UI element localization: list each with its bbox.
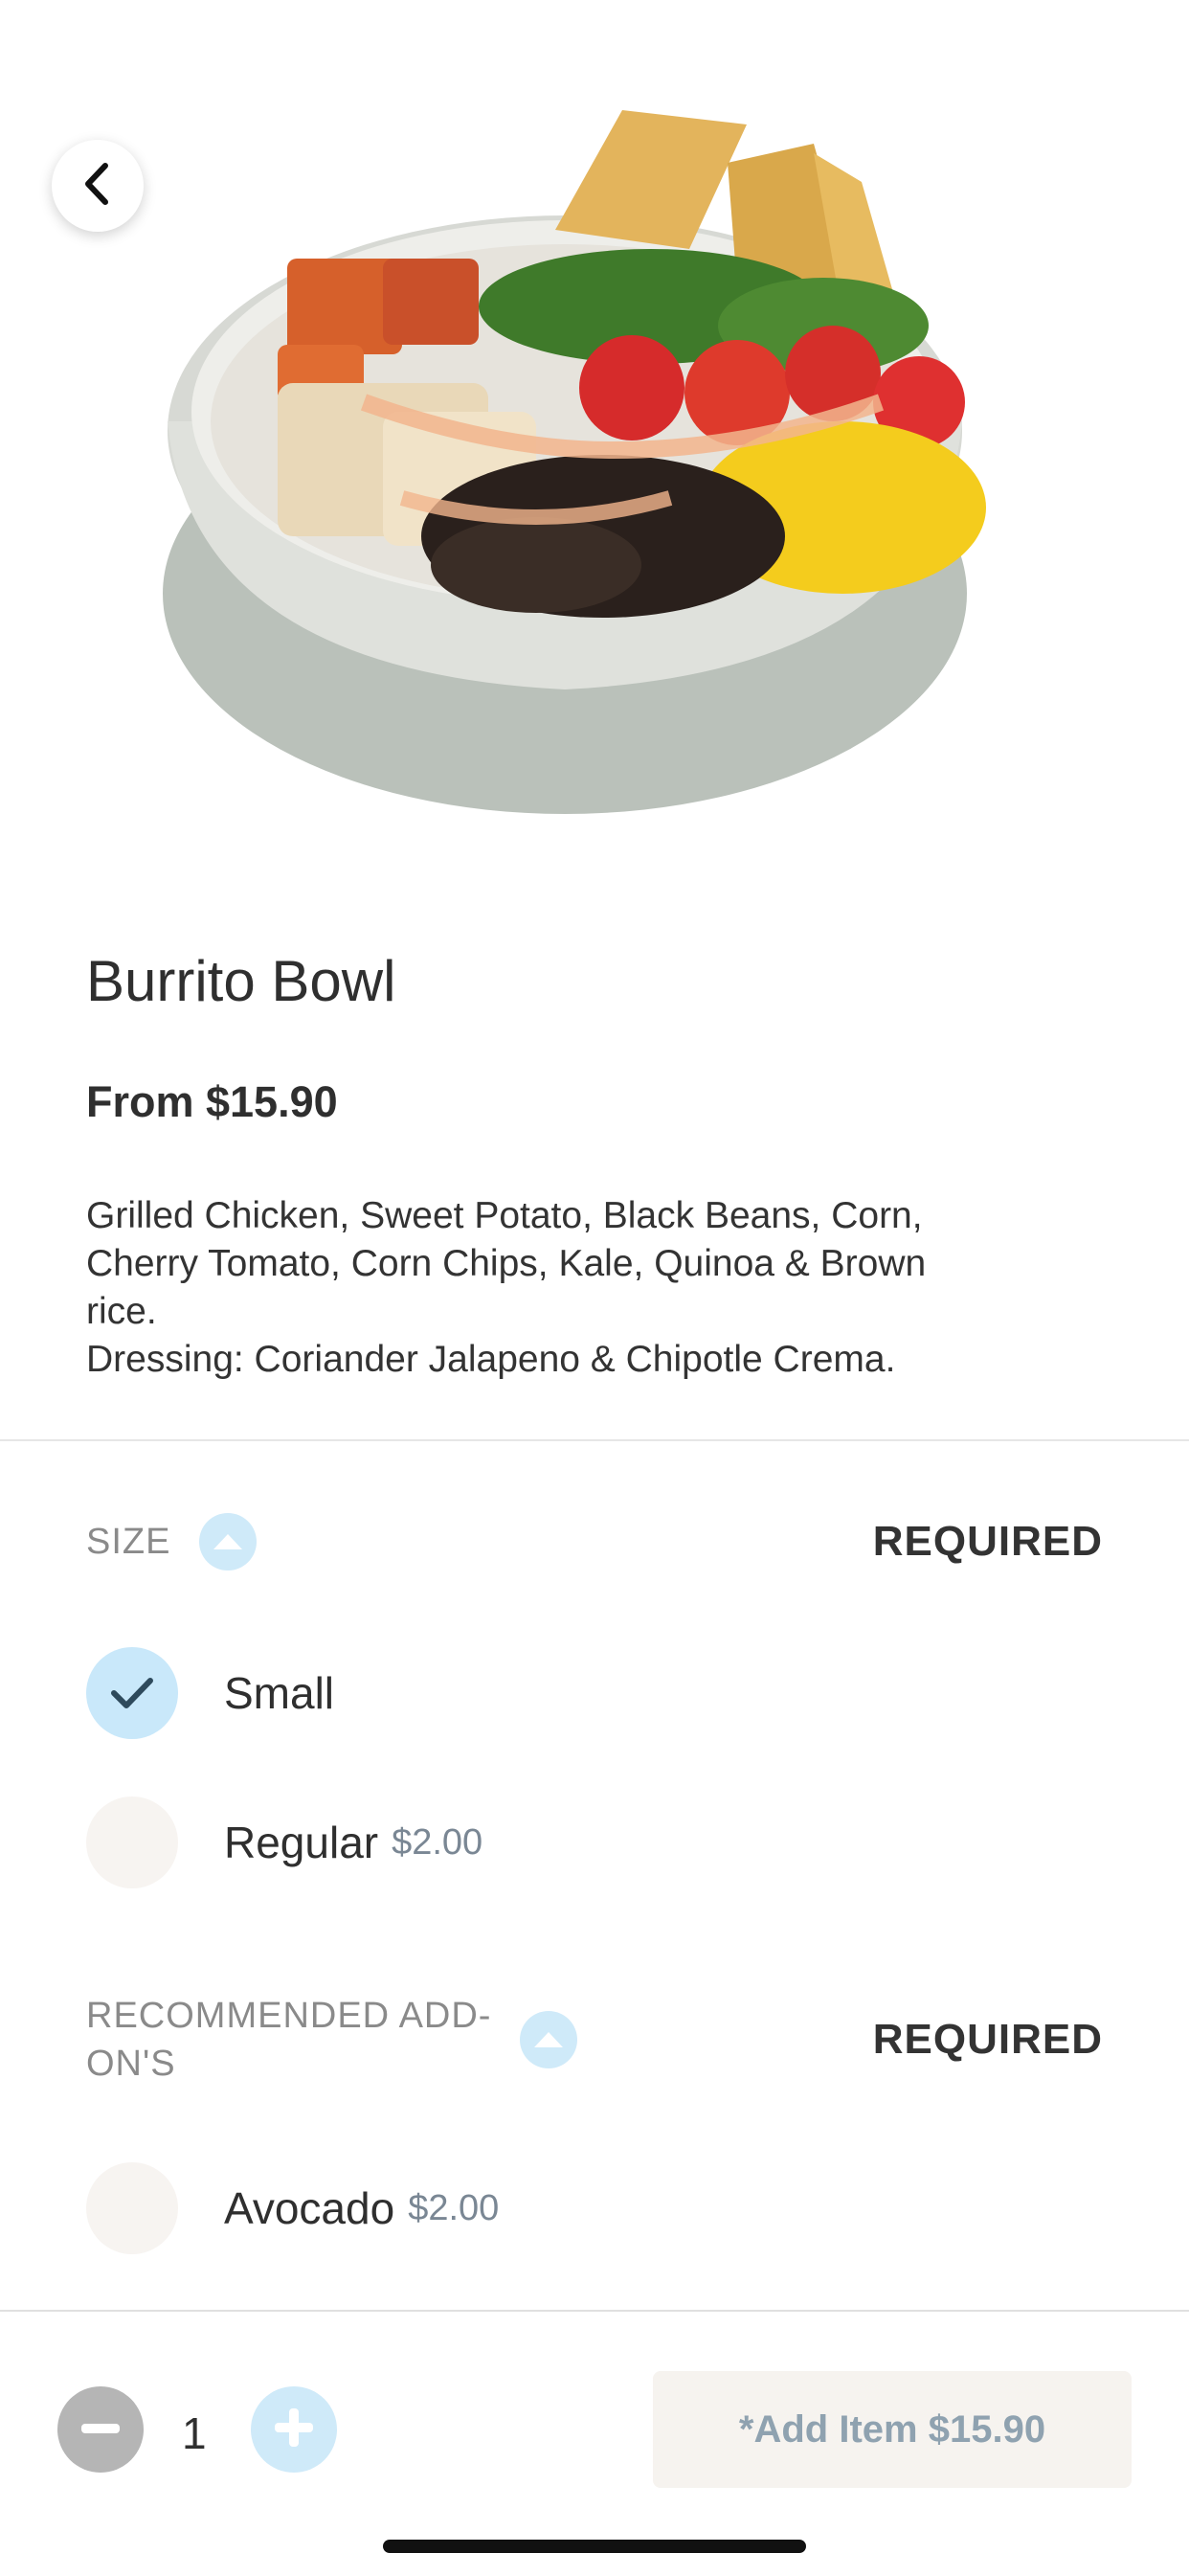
addons-required-badge: REQUIRED <box>872 2016 1103 2063</box>
minus-icon <box>81 2421 120 2438</box>
description-line: Grilled Chicken, Sweet Potato, Black Bea… <box>86 1195 923 1236</box>
checkbox-unchecked[interactable] <box>86 2162 178 2254</box>
decrease-quantity-button[interactable] <box>57 2386 144 2473</box>
option-price: $2.00 <box>408 2187 500 2228</box>
add-item-button[interactable]: *Add Item $15.90 <box>653 2371 1132 2488</box>
size-required-badge: REQUIRED <box>872 1518 1103 1565</box>
quantity-value: 1 <box>182 2408 207 2458</box>
section-divider <box>0 1439 1189 1441</box>
addons-title-line: ON'S <box>86 2044 176 2084</box>
size-option-regular[interactable]: Regular $2.00 <box>86 1796 482 1888</box>
checkbox-checked[interactable] <box>86 1647 178 1739</box>
size-section-header[interactable]: SIZE REQUIRED <box>86 1513 1103 1570</box>
back-button[interactable] <box>52 140 144 232</box>
product-title: Burrito Bowl <box>86 949 396 1013</box>
increase-quantity-button[interactable] <box>251 2386 337 2473</box>
home-indicator <box>383 2540 806 2553</box>
description-line: Cherry Tomato, Corn Chips, Kale, Quinoa … <box>86 1243 927 1284</box>
size-option-small[interactable]: Small <box>86 1647 334 1739</box>
option-label: Regular <box>224 1818 379 1867</box>
burrito-bowl-illustration <box>163 110 986 814</box>
option-price: $2.00 <box>392 1821 483 1863</box>
product-price: From $15.90 <box>86 1077 338 1126</box>
addons-title-line: RECOMMENDED ADD- <box>86 1996 492 2036</box>
description-line: rice. <box>86 1291 157 1332</box>
chevron-up-icon[interactable] <box>520 2011 578 2068</box>
chevron-left-icon <box>79 160 117 213</box>
checkbox-unchecked[interactable] <box>86 1796 178 1888</box>
footer-bar: 1 *Add Item $15.90 <box>0 2310 1189 2576</box>
plus-icon <box>275 2407 313 2452</box>
description-line: Dressing: Coriander Jalapeno & Chipotle … <box>86 1339 896 1380</box>
addon-option-avocado[interactable]: Avocado $2.00 <box>86 2162 499 2254</box>
addons-section-header[interactable]: RECOMMENDED ADD- ON'S REQUIRED <box>86 1992 1103 2088</box>
chevron-up-icon[interactable] <box>199 1513 258 1570</box>
product-image <box>0 0 1189 862</box>
addons-section-title: RECOMMENDED ADD- ON'S <box>86 1992 491 2088</box>
option-label: Small <box>224 1668 335 1718</box>
checkmark-icon <box>111 1678 153 1708</box>
size-section-title: SIZE <box>86 1522 171 1562</box>
option-label: Avocado <box>224 2183 395 2233</box>
product-description: Grilled Chicken, Sweet Potato, Black Bea… <box>86 1192 1063 1384</box>
